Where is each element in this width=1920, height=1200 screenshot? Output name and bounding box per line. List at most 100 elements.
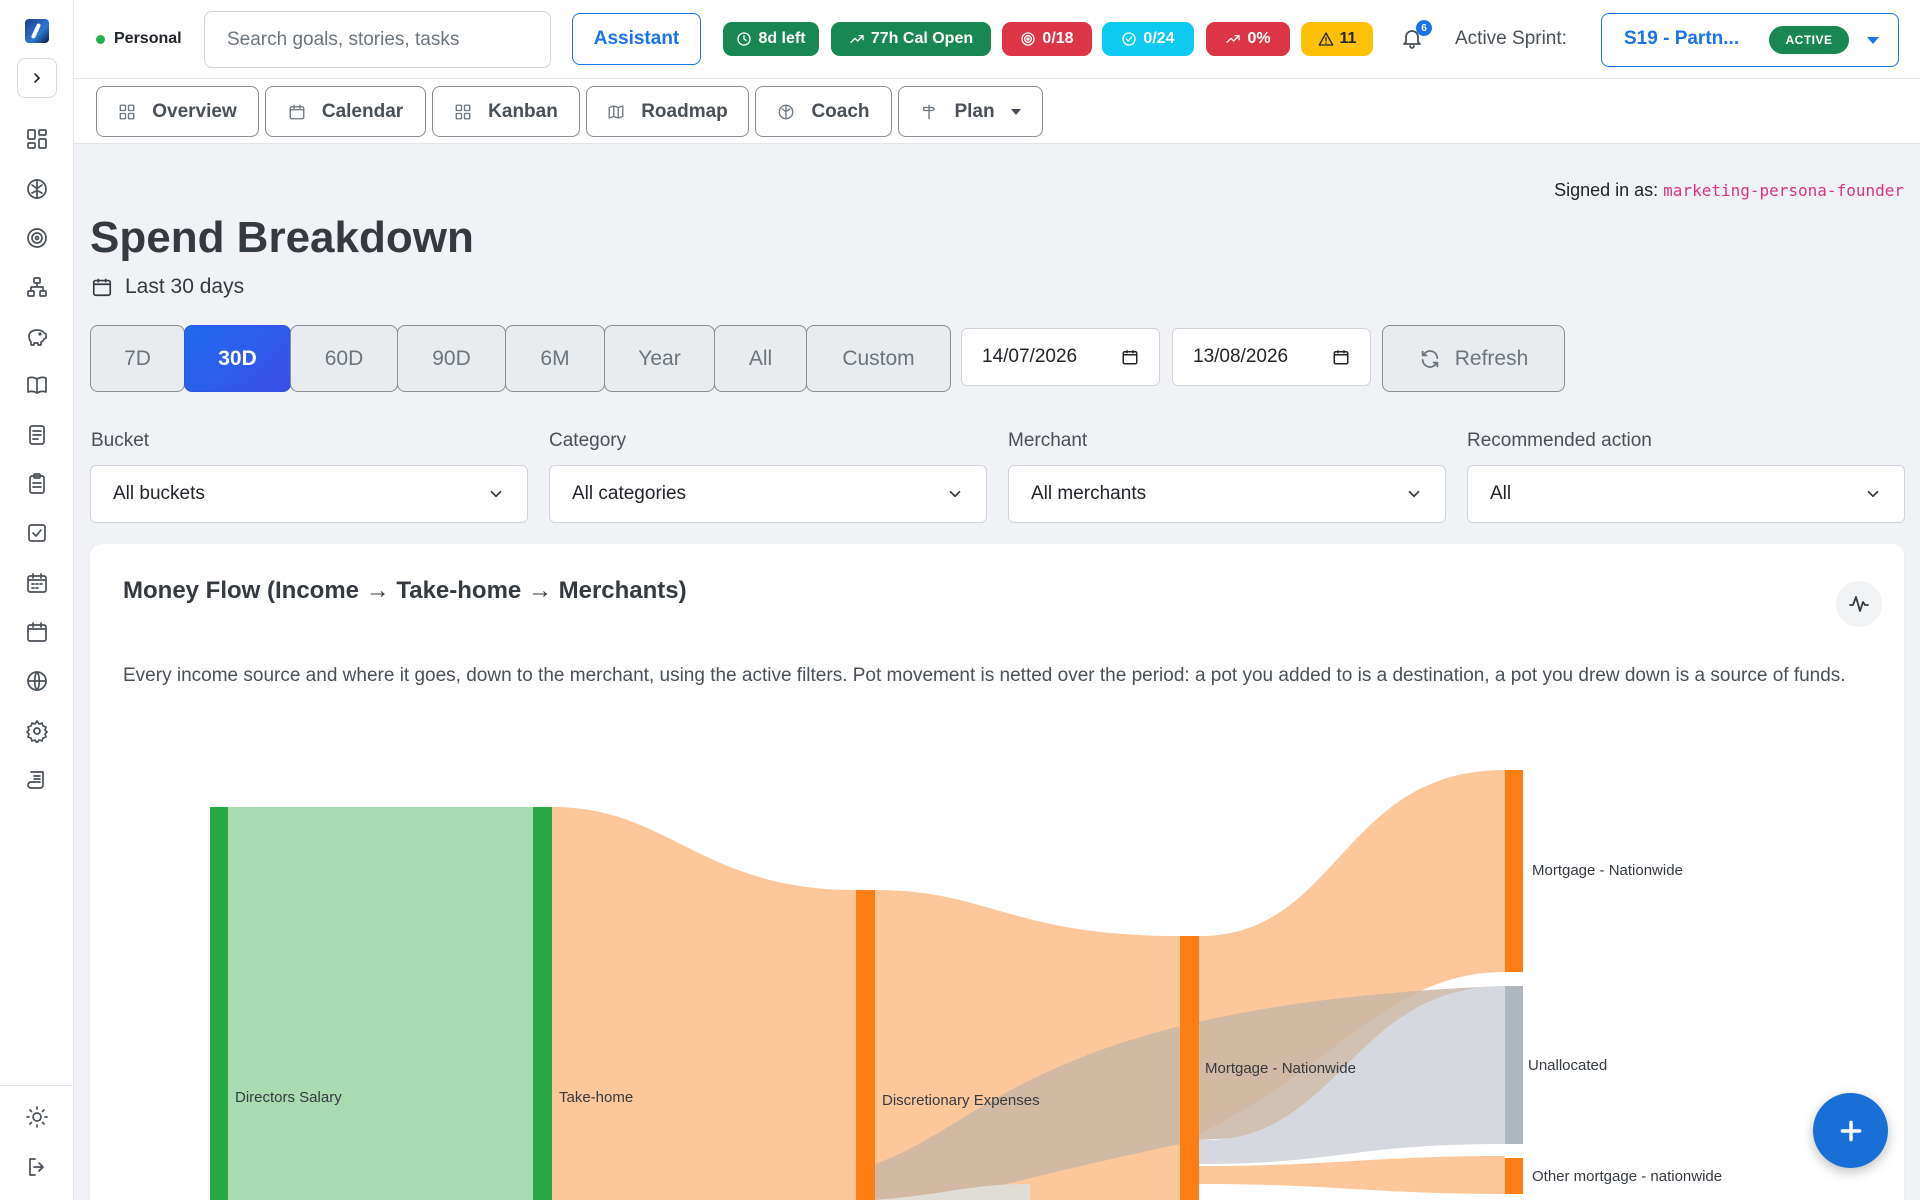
category-filter-select[interactable]: All categories [549, 465, 987, 523]
assistant-button[interactable]: Assistant [572, 13, 701, 65]
plus-icon [1840, 1120, 1861, 1141]
recommended-action-filter-select[interactable]: All [1467, 465, 1905, 523]
tab-overview[interactable]: Overview [96, 86, 259, 137]
range-90d-button[interactable]: 90D [397, 325, 506, 392]
active-sprint-label: Active Sprint: [1455, 28, 1567, 49]
clipboard-icon[interactable] [23, 470, 51, 498]
calendar-icon [289, 104, 305, 119]
sankey-node-other-mortgage [1505, 1158, 1523, 1194]
tab-plan[interactable]: Plan [898, 86, 1043, 137]
calendar-grid-icon[interactable] [23, 569, 51, 597]
tab-calendar[interactable]: Calendar [265, 86, 426, 137]
goals-label: 0/18 [1042, 30, 1074, 47]
sankey-label-unallocated: Unallocated [1528, 1057, 1607, 1074]
add-button[interactable] [1813, 1093, 1888, 1168]
progress-label: 0% [1247, 30, 1271, 47]
dashboard-icon[interactable] [23, 125, 51, 153]
tab-coach[interactable]: Coach [755, 86, 892, 137]
globe-icon[interactable] [23, 667, 51, 695]
calendar-open-pill[interactable]: 77h Cal Open [831, 22, 991, 56]
sankey-label-take-home: Take-home [559, 1089, 633, 1106]
sankey-label-mortgage-mid: Mortgage - Nationwide [1205, 1060, 1356, 1077]
chevron-down-icon [949, 490, 961, 498]
caret-down-icon [1867, 37, 1879, 44]
warnings-pill[interactable]: 11 [1301, 22, 1373, 56]
tab-kanban[interactable]: Kanban [432, 86, 580, 137]
chevron-down-icon [1867, 490, 1879, 498]
refresh-button[interactable]: Refresh [1382, 325, 1565, 392]
dashboard-icon [119, 104, 135, 119]
logout-icon[interactable] [23, 1153, 51, 1181]
tab-kanban-label: Kanban [488, 100, 558, 122]
range-all-button[interactable]: All [714, 325, 807, 392]
search-input[interactable] [204, 11, 551, 68]
sankey-node-discretionary [856, 890, 875, 1200]
progress-pill[interactable]: 0% [1206, 22, 1290, 56]
category-filter-label: Category [549, 430, 627, 451]
piggy-bank-icon[interactable] [23, 322, 51, 350]
end-date-value: 13/08/2026 [1193, 346, 1289, 367]
map-icon [608, 104, 624, 119]
settings-icon[interactable] [23, 717, 51, 745]
merchant-filter-select[interactable]: All merchants [1008, 465, 1446, 523]
time-left-label: 8d left [758, 30, 806, 47]
tab-roadmap-label: Roadmap [641, 100, 728, 122]
target-icon[interactable] [23, 224, 51, 252]
trend-up-icon [850, 35, 864, 43]
sankey-label-directors-salary: Directors Salary [235, 1089, 342, 1106]
book-icon[interactable] [23, 371, 51, 399]
card-title: Money Flow (Income → Take-home → Merchan… [123, 577, 687, 604]
signed-in-info: Signed in as: marketing-persona-founder [1554, 180, 1904, 201]
sankey-node-unallocated [1505, 986, 1523, 1144]
tab-roadmap[interactable]: Roadmap [586, 86, 749, 137]
end-date-input[interactable]: 13/08/2026 [1172, 328, 1371, 386]
money-flow-card: Directors Salary Take-home Discretionary… [90, 544, 1904, 1200]
chart-toggle-button[interactable] [1836, 581, 1882, 627]
hierarchy-icon[interactable] [23, 273, 51, 301]
range-custom-button[interactable]: Custom [806, 325, 951, 392]
theme-sun-icon[interactable] [23, 1103, 51, 1131]
page-title: Spend Breakdown [90, 213, 474, 262]
persona-label: Personal [114, 30, 182, 47]
bucket-filter-value: All buckets [113, 483, 205, 504]
recommended-action-filter-value: All [1490, 483, 1512, 504]
check-circle-icon [1122, 32, 1137, 46]
brain-icon[interactable] [23, 175, 51, 203]
activity-icon [1849, 596, 1869, 612]
sankey-label-discretionary: Discretionary Expenses [882, 1092, 1040, 1109]
chevron-right-icon [34, 73, 40, 83]
sidebar-expand-button[interactable] [17, 58, 57, 98]
range-6m-button[interactable]: 6M [505, 325, 605, 392]
sprint-select[interactable]: S19 - Partn... ACTIVE [1601, 13, 1899, 67]
bucket-filter-select[interactable]: All buckets [90, 465, 528, 523]
bucket-filter-label: Bucket [91, 430, 150, 451]
range-60d-button[interactable]: 60D [290, 325, 398, 392]
refresh-icon [1421, 349, 1438, 368]
goals-pill[interactable]: 0/18 [1002, 22, 1092, 56]
sankey-label-other-mortgage: Other mortgage - nationwide [1532, 1168, 1722, 1185]
persona-switcher[interactable]: Personal [96, 30, 182, 48]
start-date-input[interactable]: 14/07/2026 [961, 328, 1160, 386]
tab-plan-label: Plan [954, 100, 995, 122]
chevron-down-icon [1408, 490, 1420, 498]
notifications-button[interactable]: 6 [1400, 20, 1432, 52]
scroll-icon[interactable] [23, 766, 51, 794]
checkbox-icon[interactable] [23, 519, 51, 547]
time-left-pill[interactable]: 8d left [723, 22, 819, 56]
sankey-node-take-home [533, 807, 552, 1200]
app-logo[interactable] [25, 19, 49, 43]
sprint-name: S19 - Partn... [1624, 28, 1740, 49]
merchant-filter-value: All merchants [1031, 483, 1147, 504]
sankey-chart: Directors Salary Take-home Discretionary… [210, 770, 1722, 1200]
range-30d-button[interactable]: 30D [184, 325, 291, 392]
brain-icon [779, 104, 794, 119]
signed-in-label: Signed in as: [1554, 180, 1659, 200]
clock-icon [737, 32, 752, 46]
range-7d-button[interactable]: 7D [90, 325, 185, 392]
calendar-icon[interactable] [23, 618, 51, 646]
range-year-button[interactable]: Year [604, 325, 715, 392]
calendar-open-label: 77h Cal Open [870, 30, 974, 47]
tasks-pill[interactable]: 0/24 [1102, 22, 1194, 56]
status-dot [96, 34, 105, 44]
document-icon[interactable] [23, 421, 51, 449]
